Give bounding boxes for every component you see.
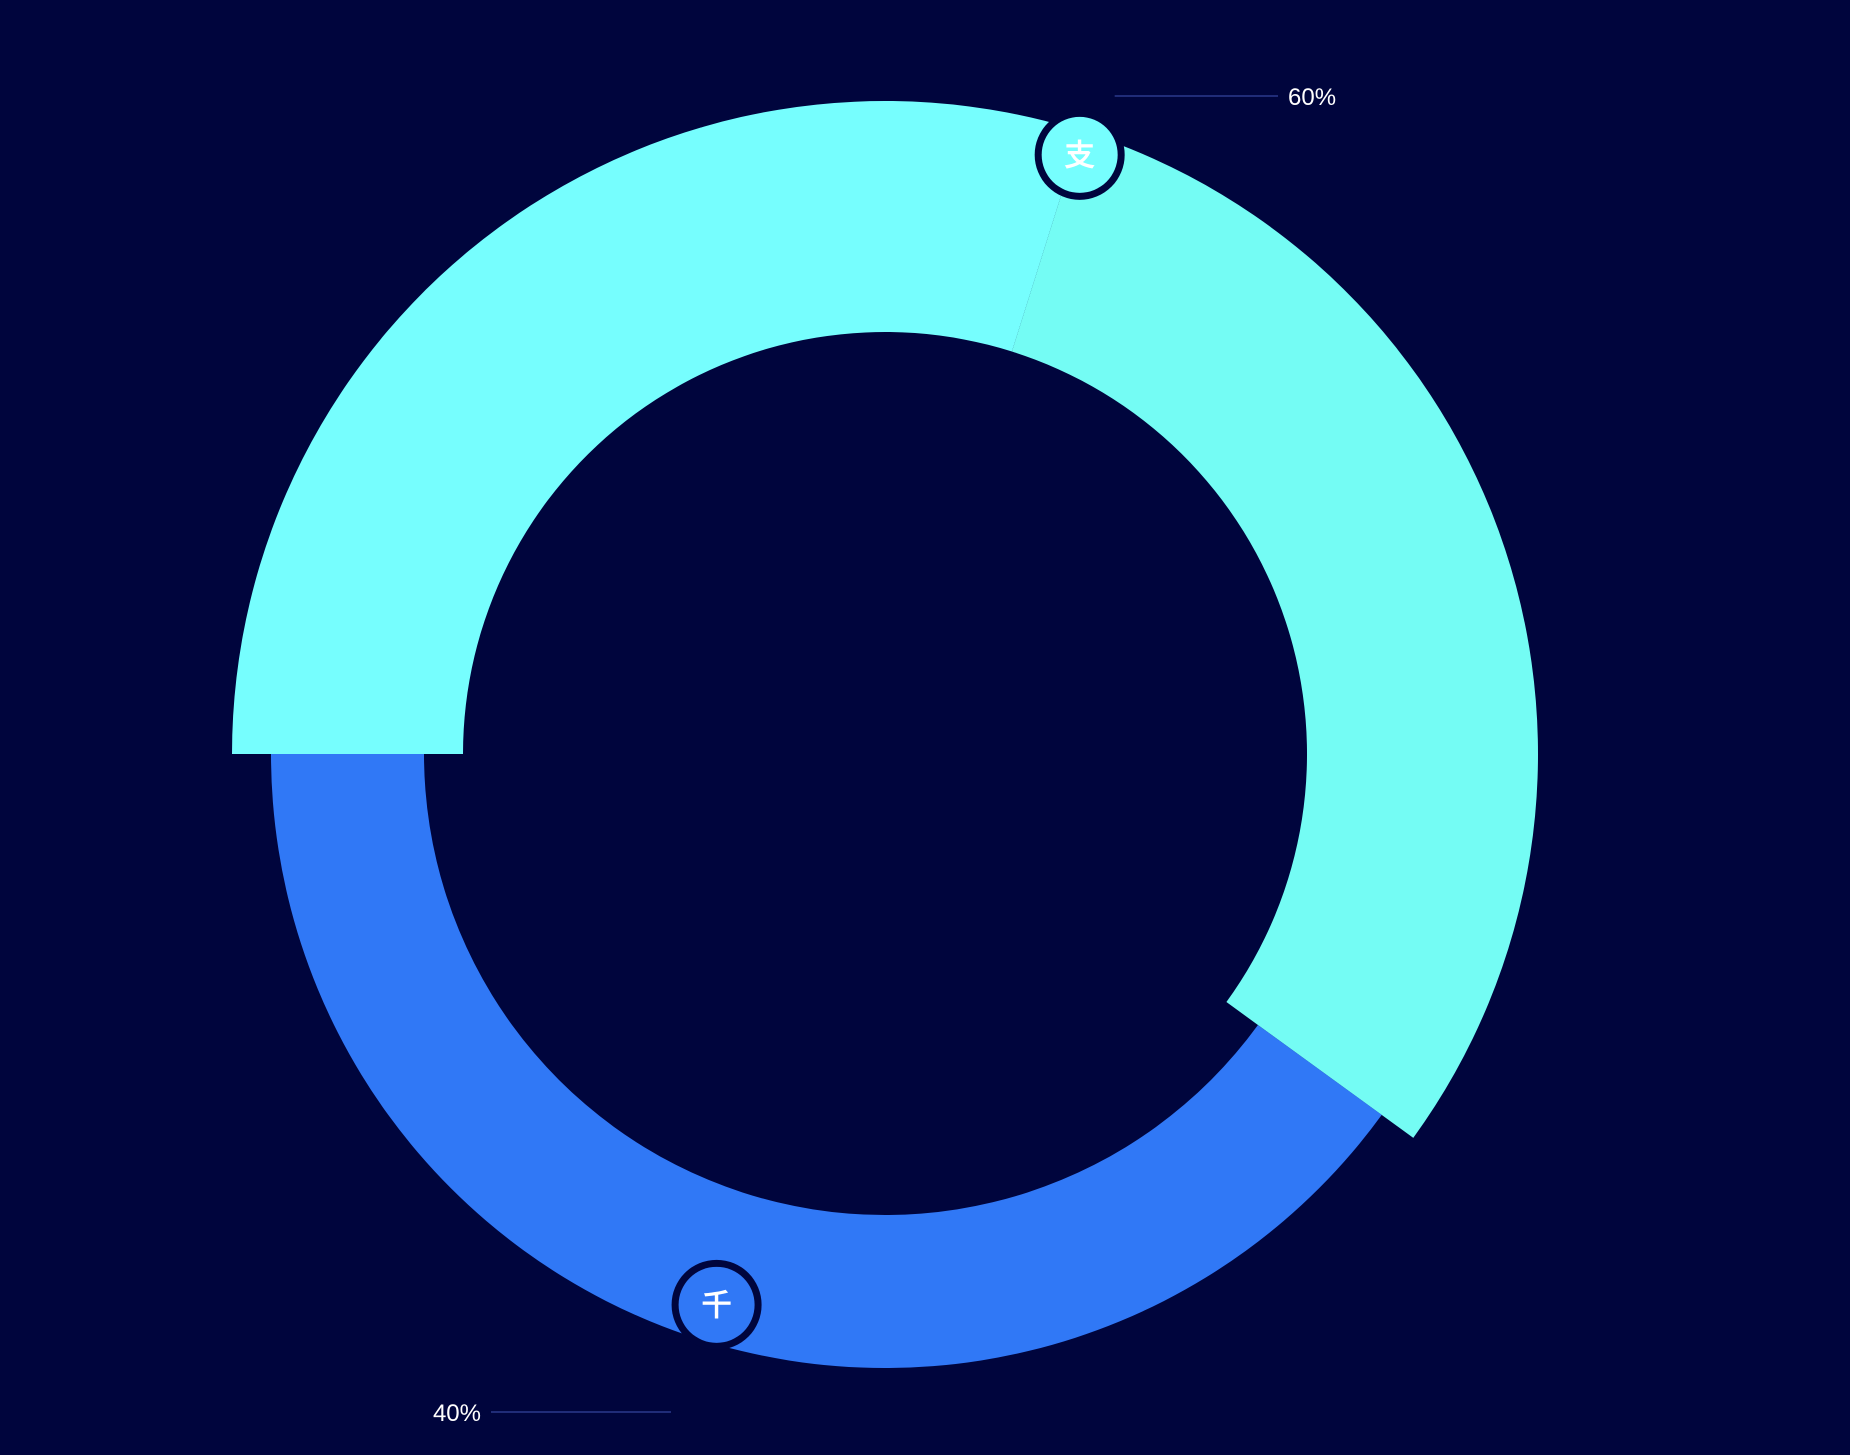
slice-2-badge: 千 xyxy=(671,1259,762,1350)
slice-1-badge: 支 xyxy=(1034,109,1125,200)
slice-1-badge-icon: 支 xyxy=(1065,138,1095,173)
donut-chart-svg: 60% 40% 支 千 xyxy=(0,0,1850,1450)
slice-2-badge-icon: 千 xyxy=(702,1288,732,1323)
data-label-2: 40% xyxy=(433,1400,481,1427)
data-label-1: 60% xyxy=(1288,84,1336,111)
donut-chart: 60% 40% 支 千 xyxy=(0,0,1850,1450)
